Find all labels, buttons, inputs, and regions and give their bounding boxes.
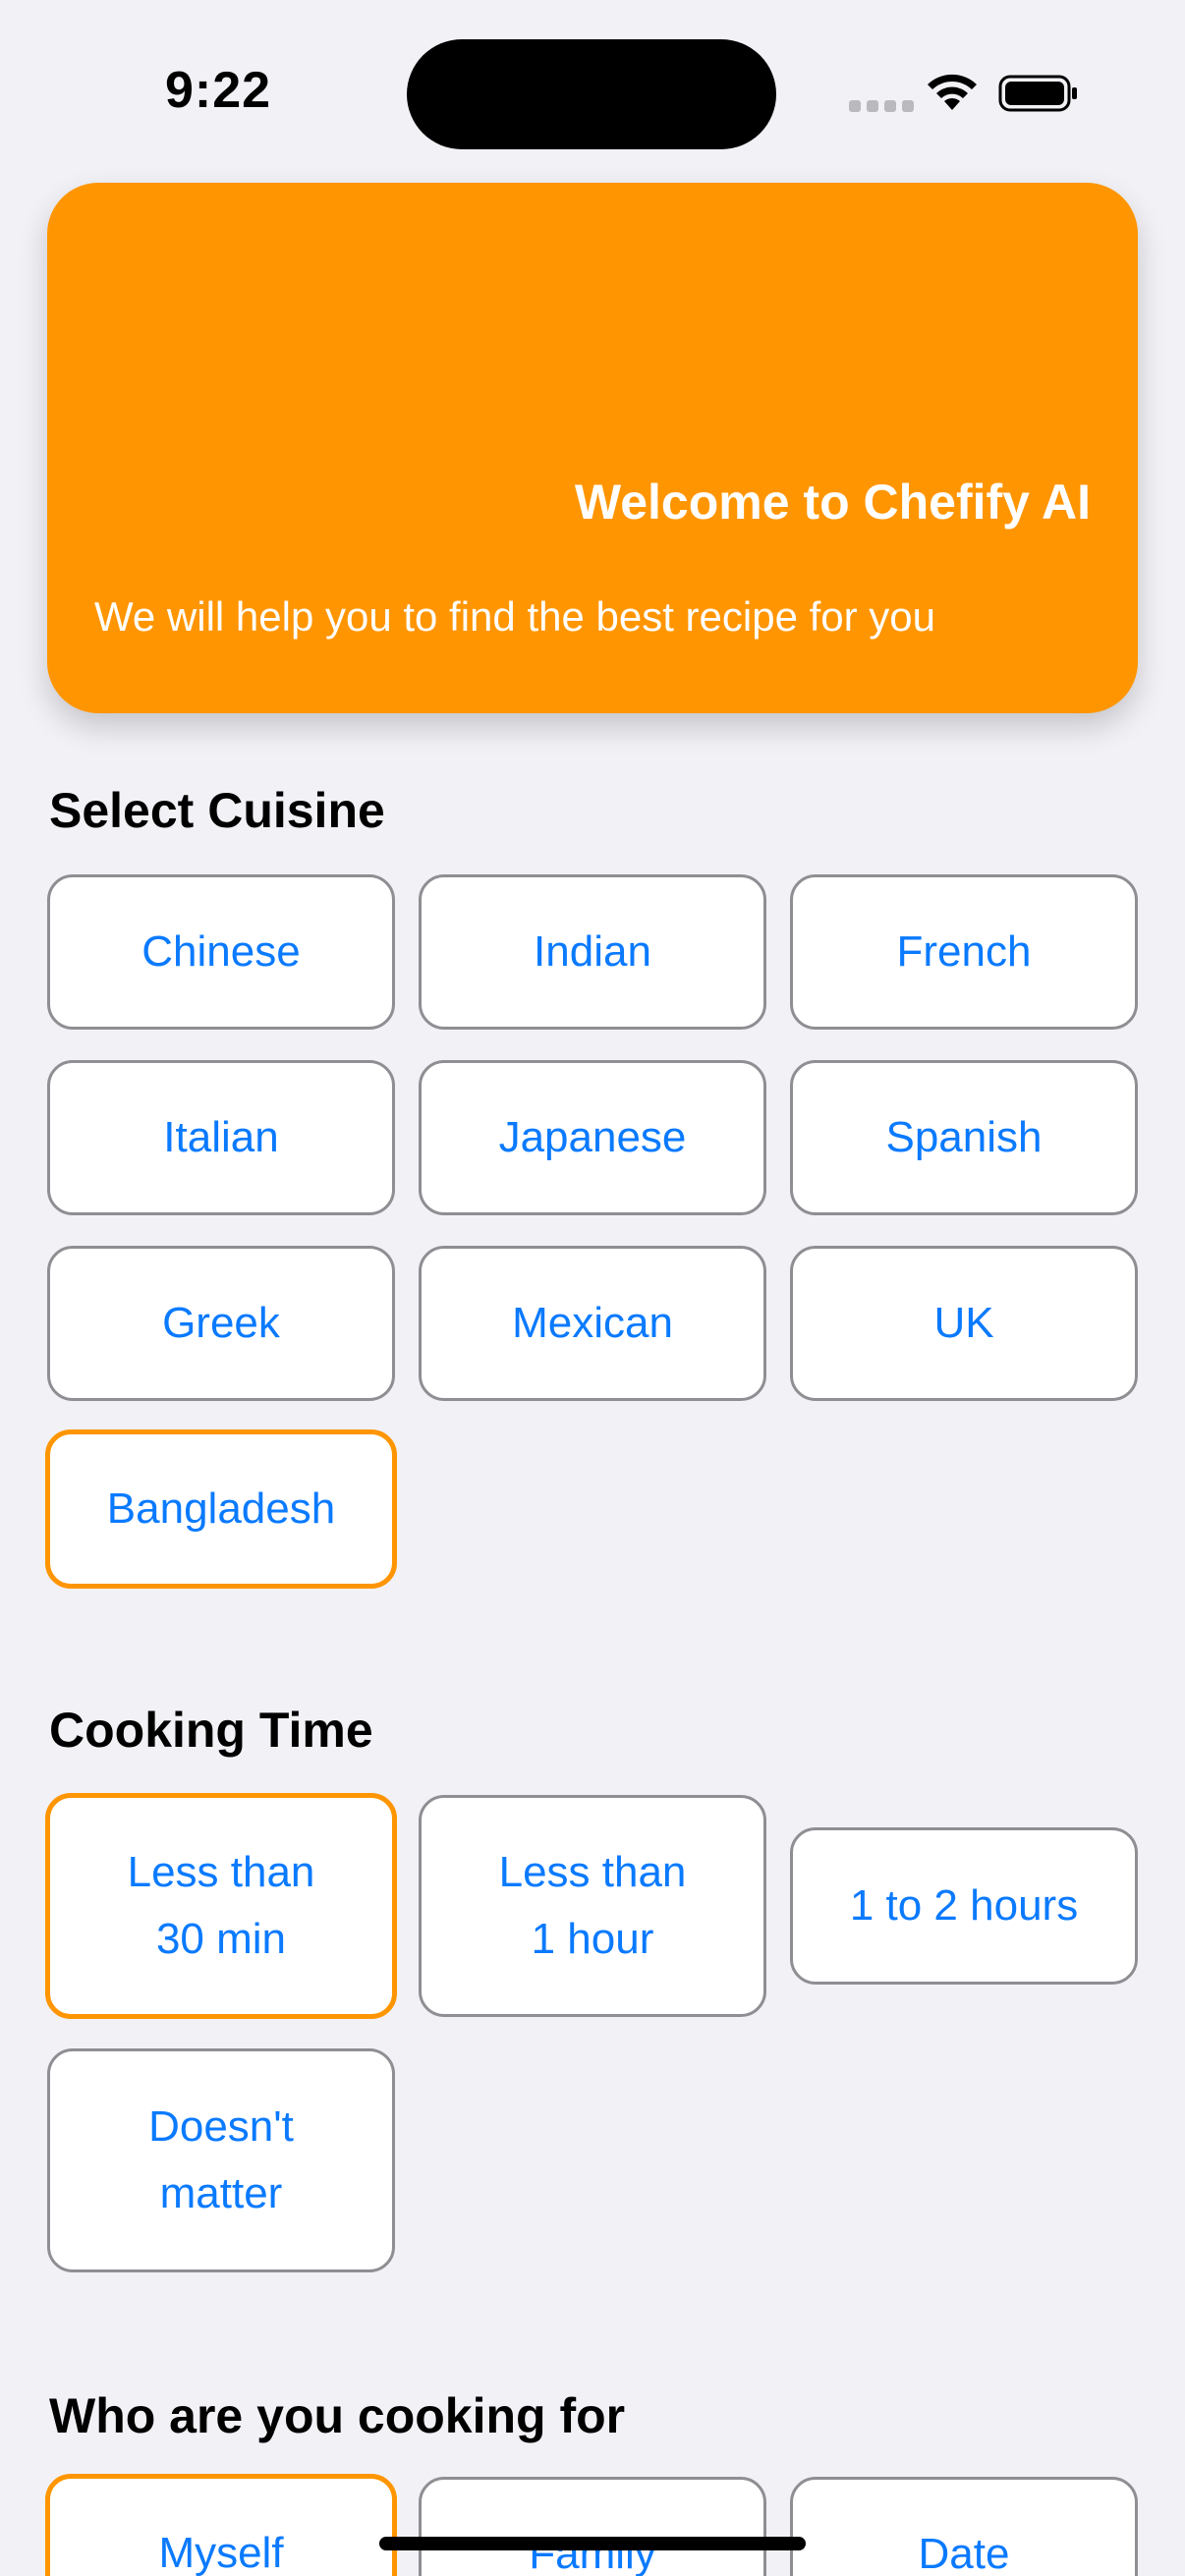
cuisine-option-greek[interactable]: Greek [47, 1246, 395, 1401]
cuisine-option-indian[interactable]: Indian [419, 874, 766, 1030]
cooking-time-option-doesnt-matter[interactable]: Doesn't matter [47, 2048, 395, 2272]
battery-icon [998, 75, 1077, 112]
cuisine-option-uk[interactable]: UK [790, 1246, 1138, 1401]
cooking-time-option-less-1-hour[interactable]: Less than 1 hour [419, 1795, 766, 2017]
audience-option-date[interactable]: Date [790, 2477, 1138, 2576]
cuisine-option-italian[interactable]: Italian [47, 1060, 395, 1215]
cellular-signal-icon [849, 100, 914, 112]
welcome-subtitle: We will help you to find the best recipe… [94, 593, 936, 640]
home-indicator[interactable] [379, 2537, 806, 2550]
audience-option-myself[interactable]: Myself [45, 2474, 397, 2576]
welcome-title: Welcome to Chefify AI [574, 475, 1091, 530]
dynamic-island [407, 39, 776, 149]
cooking-time-option-less-30-min[interactable]: Less than 30 min [45, 1793, 397, 2019]
welcome-banner: Welcome to Chefify AI We will help you t… [47, 183, 1138, 713]
cuisine-option-french[interactable]: French [790, 874, 1138, 1030]
app-screen: 9:22 Welcome to Chefify AI We will help … [0, 0, 1185, 2576]
cuisine-option-japanese[interactable]: Japanese [419, 1060, 766, 1215]
wifi-icon [928, 74, 977, 110]
status-time: 9:22 [165, 62, 272, 119]
cuisine-option-bangladesh[interactable]: Bangladesh [45, 1429, 397, 1589]
audience-option-family[interactable]: Family [419, 2477, 766, 2576]
cuisine-option-mexican[interactable]: Mexican [419, 1246, 766, 1401]
cuisine-option-spanish[interactable]: Spanish [790, 1060, 1138, 1215]
cooking-time-option-1-2-hours[interactable]: 1 to 2 hours [790, 1827, 1138, 1985]
audience-section-title: Who are you cooking for [49, 2388, 626, 2443]
cooking-time-section-title: Cooking Time [49, 1703, 373, 1758]
cuisine-option-chinese[interactable]: Chinese [47, 874, 395, 1030]
cuisine-section-title: Select Cuisine [49, 783, 385, 838]
